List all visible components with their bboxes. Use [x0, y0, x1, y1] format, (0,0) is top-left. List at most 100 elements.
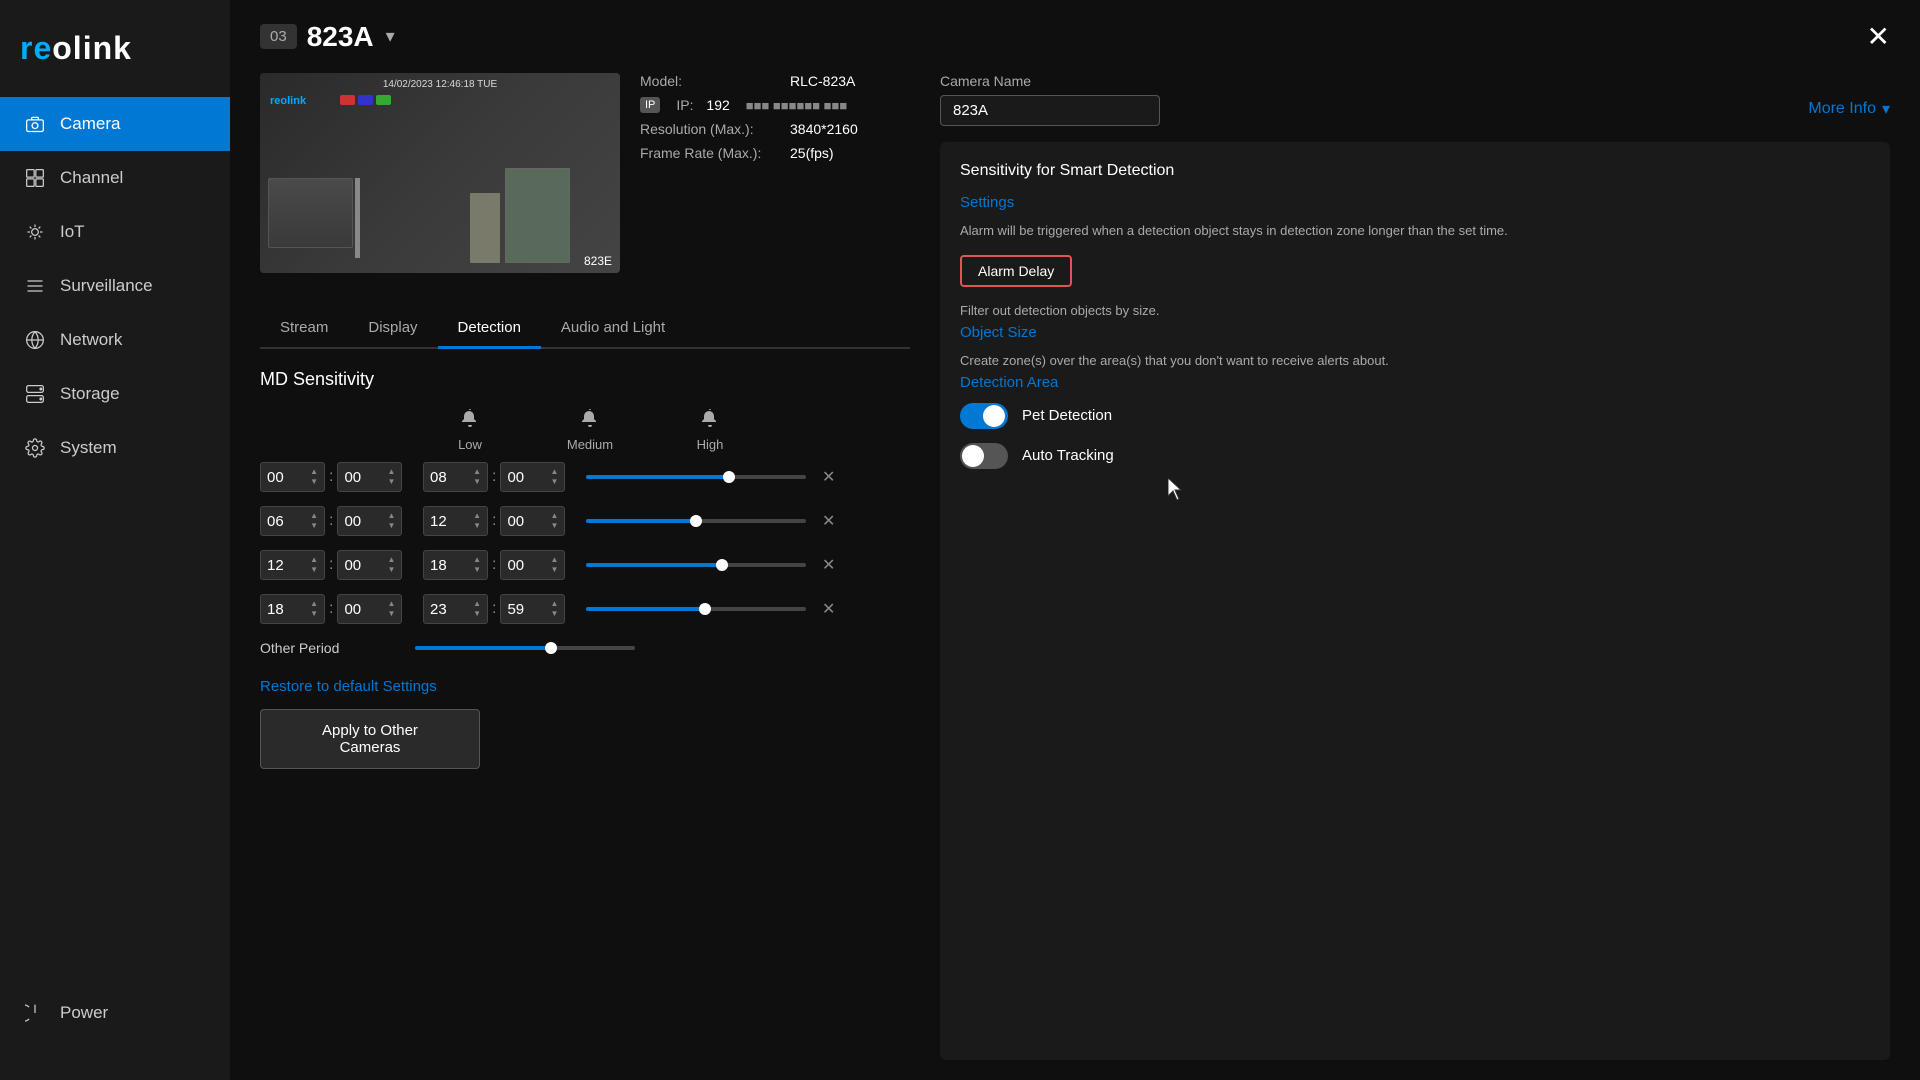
sidebar-item-system[interactable]: System: [0, 421, 230, 475]
auto-tracking-toggle[interactable]: [960, 443, 1008, 469]
model-label: Model:: [640, 73, 780, 89]
hour-up-0[interactable]: ▲: [310, 467, 318, 477]
tab-stream[interactable]: Stream: [260, 309, 348, 349]
time-end-hour-3[interactable]: 23 ▲ ▼: [423, 594, 488, 624]
hour-down-3[interactable]: ▼: [310, 609, 318, 619]
sidebar-item-iot[interactable]: IoT: [0, 205, 230, 259]
left-panel: 14/02/2023 12:46:18 TUE reolink 8: [260, 73, 910, 1060]
object-size-link[interactable]: Object Size: [960, 324, 1870, 341]
power-icon: [24, 1002, 46, 1024]
other-period-label: Other Period: [260, 640, 415, 656]
time-end-hour-0[interactable]: 08 ▲ ▼: [423, 462, 488, 492]
time-start-min-2[interactable]: 00 ▲ ▼: [337, 550, 402, 580]
time-end-min-2[interactable]: 00 ▲ ▼: [500, 550, 565, 580]
sidebar-item-camera[interactable]: Camera: [0, 97, 230, 151]
sidebar-item-surveillance-label: Surveillance: [60, 276, 153, 296]
sensitivity-slider-0[interactable]: [586, 467, 806, 487]
bottom-actions: Restore to default Settings Apply to Oth…: [260, 678, 910, 769]
camera-dropdown[interactable]: ▾: [386, 26, 395, 47]
time-end-hour-2[interactable]: 18 ▲ ▼: [423, 550, 488, 580]
camera-thumbnail: 14/02/2023 12:46:18 TUE reolink 8: [260, 73, 620, 273]
ip-masked: ■■■ ■■■■■■ ■■■: [746, 98, 847, 113]
hour-down-0[interactable]: ▼: [310, 477, 318, 487]
time-end-min-3[interactable]: 59 ▲ ▼: [500, 594, 565, 624]
ip-row: IP IP: 192 ■■■ ■■■■■■ ■■■: [640, 97, 858, 113]
camera-name-section: Camera Name More Info ▾: [940, 73, 1890, 126]
sensitivity-slider-3[interactable]: [586, 599, 806, 619]
time-end-min-1[interactable]: 00 ▲ ▼: [500, 506, 565, 536]
settings-link[interactable]: Settings: [960, 194, 1870, 211]
time-input-start-3: 18 ▲ ▼ : 00 ▲ ▼: [260, 594, 415, 624]
ip-value: 192: [706, 97, 729, 113]
hour-down-2[interactable]: ▼: [310, 565, 318, 575]
system-icon: [24, 437, 46, 459]
slider-delete-3[interactable]: ✕: [822, 599, 835, 619]
resolution-value: 3840*2160: [790, 121, 858, 137]
other-period-slider[interactable]: [415, 638, 635, 658]
camera-timestamp: 14/02/2023 12:46:18 TUE: [383, 79, 497, 90]
time-input-start-1: 06 ▲ ▼ : 00 ▲ ▼: [260, 506, 415, 536]
ip-icon: IP: [640, 97, 660, 113]
camera-brand-overlay: reolink: [270, 95, 306, 107]
hour-down-1[interactable]: ▼: [310, 521, 318, 531]
hour-up-2[interactable]: ▲: [310, 555, 318, 565]
sidebar: reolink Camera Channel IoT Surveillance …: [0, 0, 230, 1080]
time-start-min-1[interactable]: 00 ▲ ▼: [337, 506, 402, 536]
sensitivity-slider-1[interactable]: [586, 511, 806, 531]
hour-up-3[interactable]: ▲: [310, 599, 318, 609]
object-size-desc: Filter out detection objects by size.: [960, 303, 1870, 318]
detection-area-link[interactable]: Detection Area: [960, 374, 1870, 391]
apply-to-cameras-button[interactable]: Apply to Other Cameras: [260, 709, 480, 769]
time-input-end-1: 12 ▲ ▼ : 00 ▲ ▼: [423, 506, 578, 536]
tab-bar: Stream Display Detection Audio and Light: [260, 309, 910, 349]
slider-rows: 00 ▲ ▼ : 00 ▲ ▼ 08 ▲ ▼: [260, 462, 910, 624]
tab-display[interactable]: Display: [348, 309, 437, 349]
other-period-row: Other Period: [260, 638, 910, 658]
time-start-hour-0[interactable]: 00 ▲ ▼: [260, 462, 325, 492]
camera-icon: [24, 113, 46, 135]
sidebar-item-network[interactable]: Network: [0, 313, 230, 367]
sidebar-item-channel[interactable]: Channel: [0, 151, 230, 205]
tab-audio-light[interactable]: Audio and Light: [541, 309, 685, 349]
camera-title: 823A: [307, 21, 374, 53]
time-start-min-0[interactable]: 00 ▲ ▼: [337, 462, 402, 492]
time-start-min-3[interactable]: 00 ▲ ▼: [337, 594, 402, 624]
sidebar-item-storage[interactable]: Storage: [0, 367, 230, 421]
alarm-delay-button[interactable]: Alarm Delay: [960, 255, 1072, 287]
more-info-button[interactable]: More Info ▾: [1808, 99, 1890, 119]
smart-detection-section: Sensitivity for Smart Detection Settings…: [940, 142, 1890, 1060]
time-end-min-0[interactable]: 00 ▲ ▼: [500, 462, 565, 492]
time-input-end-0: 08 ▲ ▼ : 00 ▲ ▼: [423, 462, 578, 492]
sidebar-item-network-label: Network: [60, 330, 122, 350]
camera-name-group: Camera Name: [940, 73, 1160, 126]
restore-defaults-link[interactable]: Restore to default Settings: [260, 678, 437, 695]
ip-label: IP:: [676, 97, 696, 113]
sensitivity-slider-2[interactable]: [586, 555, 806, 575]
hour-up-1[interactable]: ▲: [310, 511, 318, 521]
more-info-label: More Info: [1808, 100, 1876, 118]
high-icon: [698, 406, 722, 435]
time-start-hour-1[interactable]: 06 ▲ ▼: [260, 506, 325, 536]
time-end-hour-1[interactable]: 12 ▲ ▼: [423, 506, 488, 536]
low-label: Low: [458, 437, 482, 452]
slider-delete-2[interactable]: ✕: [822, 555, 835, 575]
slider-delete-1[interactable]: ✕: [822, 511, 835, 531]
time-input-start-2: 12 ▲ ▼ : 00 ▲ ▼: [260, 550, 415, 580]
close-button[interactable]: ✕: [1867, 20, 1890, 53]
framerate-row: Frame Rate (Max.): 25(fps): [640, 145, 858, 161]
sidebar-item-iot-label: IoT: [60, 222, 85, 242]
slider-delete-0[interactable]: ✕: [822, 467, 835, 487]
sidebar-item-surveillance[interactable]: Surveillance: [0, 259, 230, 313]
pet-detection-label: Pet Detection: [1022, 407, 1112, 424]
tab-detection[interactable]: Detection: [438, 309, 541, 349]
pet-detection-toggle[interactable]: [960, 403, 1008, 429]
time-start-hour-3[interactable]: 18 ▲ ▼: [260, 594, 325, 624]
channel-icon: [24, 167, 46, 189]
time-input-start-0: 00 ▲ ▼ : 00 ▲ ▼: [260, 462, 415, 492]
camera-name-input[interactable]: [940, 95, 1160, 126]
sensitivity-header: Low Medium High: [260, 406, 910, 452]
md-sensitivity-section: MD Sensitivity Low Medium: [260, 369, 910, 658]
sidebar-item-power[interactable]: Power: [0, 986, 230, 1040]
sidebar-item-system-label: System: [60, 438, 117, 458]
time-start-hour-2[interactable]: 12 ▲ ▼: [260, 550, 325, 580]
